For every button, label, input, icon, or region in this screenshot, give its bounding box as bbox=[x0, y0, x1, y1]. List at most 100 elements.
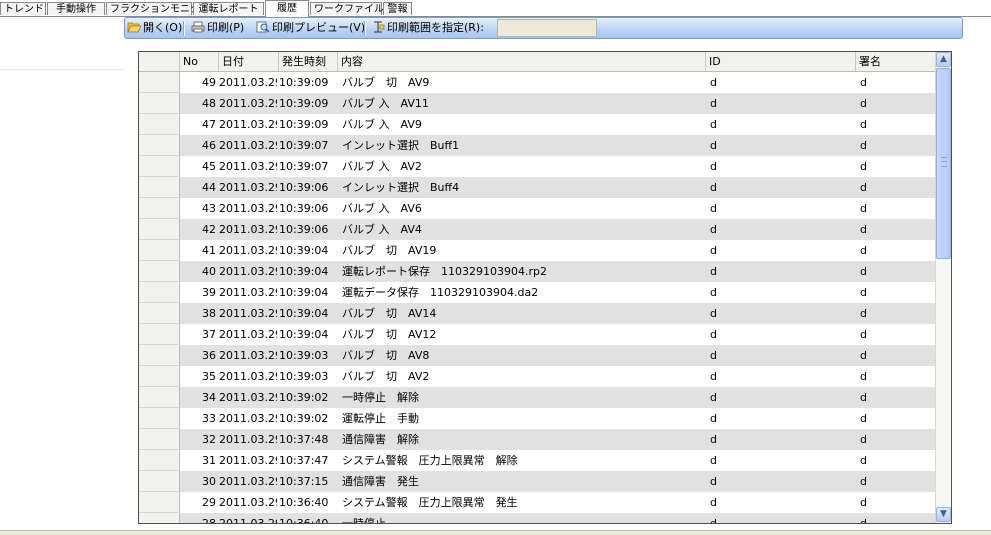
row-header[interactable] bbox=[139, 282, 180, 303]
row-header[interactable] bbox=[139, 156, 180, 177]
row-header[interactable] bbox=[139, 513, 180, 523]
table-row[interactable]: 43 2011.03.29 10:39:06 バルブ 入 AV6 d d bbox=[139, 198, 935, 219]
cell-date: 2011.03.29 bbox=[219, 433, 277, 446]
toolbar-separator bbox=[364, 21, 366, 36]
cell-date: 2011.03.29 bbox=[219, 223, 277, 236]
table-row[interactable]: 34 2011.03.29 10:39:02 一時停止 解除 d d bbox=[139, 387, 935, 408]
table-row[interactable]: 37 2011.03.29 10:39:04 バルブ 切 AV12 d d bbox=[139, 324, 935, 345]
row-header[interactable] bbox=[139, 303, 180, 324]
row-header[interactable] bbox=[139, 72, 180, 93]
row-header[interactable] bbox=[139, 345, 180, 366]
row-cells: 31 2011.03.29 10:37:47 システム警報 圧力上限異常 解除 d d bbox=[180, 450, 935, 471]
scroll-thumb[interactable] bbox=[936, 68, 951, 259]
tab-history[interactable]: 履歴 bbox=[265, 0, 309, 17]
table-row[interactable]: 45 2011.03.29 10:39:07 バルブ 入 AV2 d d bbox=[139, 156, 935, 177]
cell-id: d bbox=[710, 517, 717, 524]
scroll-down-button[interactable]: ▼ bbox=[936, 507, 951, 522]
row-header[interactable] bbox=[139, 429, 180, 450]
cell-time: 10:39:09 bbox=[279, 97, 329, 110]
table-row[interactable]: 33 2011.03.29 10:39:02 運転停止 手動 d d bbox=[139, 408, 935, 429]
row-header[interactable] bbox=[139, 366, 180, 387]
cell-no: 44 bbox=[202, 181, 216, 194]
toolbar-separator bbox=[183, 21, 185, 36]
row-header[interactable] bbox=[139, 387, 180, 408]
cell-date: 2011.03.29 bbox=[219, 244, 277, 257]
cell-no: 36 bbox=[202, 349, 216, 362]
row-header[interactable] bbox=[139, 135, 180, 156]
cell-date: 2011.03.29 bbox=[219, 265, 277, 278]
grid-header: No 日付 発生時刻 内容 ID 署名 bbox=[139, 52, 935, 72]
table-row[interactable]: 41 2011.03.29 10:39:04 バルブ 切 AV19 d d bbox=[139, 240, 935, 261]
row-header[interactable] bbox=[139, 471, 180, 492]
table-row[interactable]: 35 2011.03.29 10:39:03 バルブ 切 AV2 d d bbox=[139, 366, 935, 387]
table-row[interactable]: 48 2011.03.29 10:39:09 バルブ 入 AV11 d d bbox=[139, 93, 935, 114]
header-id[interactable]: ID bbox=[706, 52, 856, 71]
cell-date: 2011.03.29 bbox=[219, 307, 277, 320]
vertical-scrollbar[interactable]: ▲ ▼ bbox=[935, 52, 951, 523]
cell-time: 10:36:40 bbox=[279, 496, 329, 509]
table-row[interactable]: 39 2011.03.29 10:39:04 運転データ保存 110329103904… bbox=[139, 282, 935, 303]
header-time[interactable]: 発生時刻 bbox=[279, 52, 338, 71]
row-header[interactable] bbox=[139, 114, 180, 135]
table-row[interactable]: 44 2011.03.29 10:39:06 インレット選択 Buff4 d d bbox=[139, 177, 935, 198]
toolbar: 開く(O) 印刷(P) 印刷プレビュー(V) 印刷範囲を指定(R): bbox=[124, 17, 963, 39]
print-range-button[interactable]: 印刷範囲を指定(R): bbox=[371, 20, 484, 36]
row-header[interactable] bbox=[139, 177, 180, 198]
table-row[interactable]: 46 2011.03.29 10:39:07 インレット選択 Buff1 d d bbox=[139, 135, 935, 156]
header-content[interactable]: 内容 bbox=[338, 52, 706, 71]
row-cells: 41 2011.03.29 10:39:04 バルブ 切 AV19 d d bbox=[180, 240, 935, 261]
header-no[interactable]: No bbox=[180, 52, 219, 71]
cell-time: 10:39:09 bbox=[279, 118, 329, 131]
cell-content: バルブ 切 AV8 bbox=[342, 349, 430, 362]
header-signature[interactable]: 署名 bbox=[856, 52, 935, 71]
table-row[interactable]: 32 2011.03.29 10:37:48 通信障害 解除 d d bbox=[139, 429, 935, 450]
print-range-input[interactable] bbox=[497, 19, 597, 37]
header-date[interactable]: 日付 bbox=[219, 52, 279, 71]
row-cells: 45 2011.03.29 10:39:07 バルブ 入 AV2 d d bbox=[180, 156, 935, 177]
cell-no: 42 bbox=[202, 223, 216, 236]
row-header[interactable] bbox=[139, 240, 180, 261]
print-preview-button[interactable]: 印刷プレビュー(V) bbox=[256, 20, 365, 36]
cell-id: d bbox=[710, 328, 717, 341]
row-header[interactable] bbox=[139, 93, 180, 114]
print-button[interactable]: 印刷(P) bbox=[191, 20, 244, 36]
row-header[interactable] bbox=[139, 408, 180, 429]
table-row[interactable]: 28 2011.03.29 10:36:40 一時停止 d d bbox=[139, 513, 935, 524]
row-header[interactable] bbox=[139, 261, 180, 282]
cell-no: 48 bbox=[202, 97, 216, 110]
cell-time: 10:39:04 bbox=[279, 286, 329, 299]
table-row[interactable]: 36 2011.03.29 10:39:03 バルブ 切 AV8 d d bbox=[139, 345, 935, 366]
table-row[interactable]: 47 2011.03.29 10:39:09 バルブ 入 AV9 d d bbox=[139, 114, 935, 135]
row-header[interactable] bbox=[139, 492, 180, 513]
scroll-up-button[interactable]: ▲ bbox=[936, 52, 951, 67]
cell-id: d bbox=[710, 496, 717, 509]
cell-no: 40 bbox=[202, 265, 216, 278]
tab-fraction-monitor[interactable]: フラクションモニタ bbox=[106, 2, 200, 15]
row-header[interactable] bbox=[139, 450, 180, 471]
table-row[interactable]: 30 2011.03.29 10:37:15 通信障害 発生 d d bbox=[139, 471, 935, 492]
cell-time: 10:39:09 bbox=[279, 76, 329, 89]
cell-id: d bbox=[710, 76, 717, 89]
print-range-label: 印刷範囲を指定(R): bbox=[387, 21, 484, 34]
row-header[interactable] bbox=[139, 219, 180, 240]
tab-alarm[interactable]: 警報 bbox=[383, 2, 412, 15]
table-row[interactable]: 29 2011.03.29 10:36:40 システム警報 圧力上限異常 発生 d d bbox=[139, 492, 935, 513]
tab-run-report[interactable]: 運転レポート bbox=[193, 2, 264, 15]
cell-id: d bbox=[710, 181, 717, 194]
cell-content: バルブ 入 AV2 bbox=[342, 160, 422, 173]
row-header[interactable] bbox=[139, 324, 180, 345]
tab-trend[interactable]: トレンド bbox=[0, 2, 46, 15]
cell-signature: d bbox=[860, 244, 867, 257]
table-row[interactable]: 49 2011.03.29 10:39:09 バルブ 切 AV9 d d bbox=[139, 72, 935, 93]
table-row[interactable]: 40 2011.03.29 10:39:04 運転レポート保存 11032910390… bbox=[139, 261, 935, 282]
row-header[interactable] bbox=[139, 198, 180, 219]
table-row[interactable]: 31 2011.03.29 10:37:47 システム警報 圧力上限異常 解除 d d bbox=[139, 450, 935, 471]
tab-manual-operation[interactable]: 手動操作 bbox=[47, 2, 105, 15]
cell-date: 2011.03.29 bbox=[219, 454, 277, 467]
cell-date: 2011.03.29 bbox=[219, 391, 277, 404]
table-row[interactable]: 38 2011.03.29 10:39:04 バルブ 切 AV14 d d bbox=[139, 303, 935, 324]
open-button[interactable]: 開く(O) bbox=[127, 20, 182, 36]
table-row[interactable]: 42 2011.03.29 10:39:06 バルブ 入 AV4 d d bbox=[139, 219, 935, 240]
tab-work-file[interactable]: ワークファイル bbox=[310, 2, 384, 15]
tab-bar: トレンド 手動操作 フラクションモニタ 運転レポート 履歴 ワークファイル 警報 bbox=[0, 0, 991, 17]
